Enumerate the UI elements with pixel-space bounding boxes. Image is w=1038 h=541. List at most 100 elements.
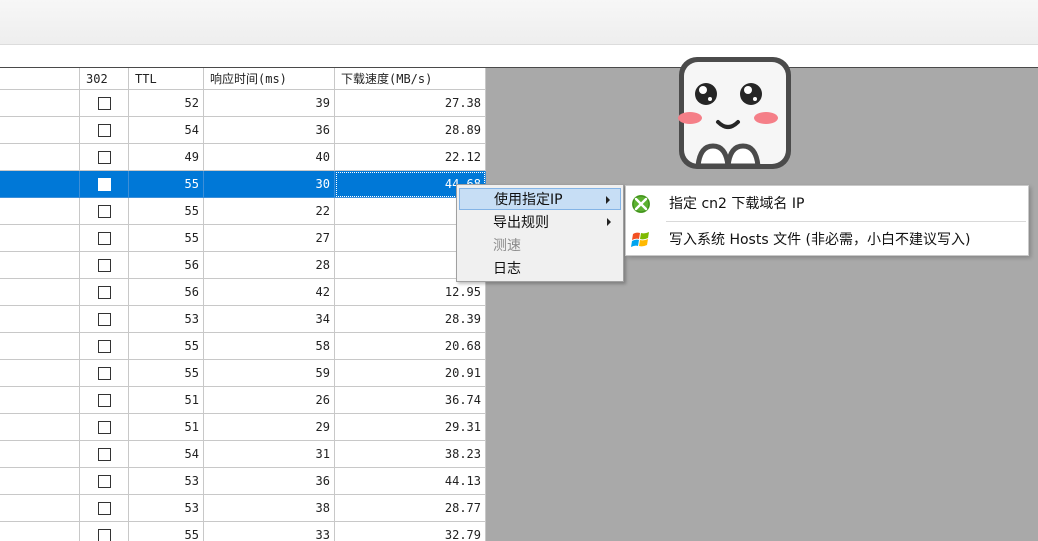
- redirect-302-checkbox[interactable]: [97, 258, 111, 272]
- context-menu: 使用指定IP 导出规则 测速 日志: [456, 184, 624, 282]
- download-speed-cell: 38.23: [335, 441, 486, 468]
- submenu-arrow-icon: [607, 218, 611, 226]
- redirect-302-checkbox[interactable]: [97, 393, 111, 407]
- column-header-response-time[interactable]: 响应时间(ms): [204, 68, 335, 90]
- ttl-cell: 53: [129, 468, 204, 495]
- ip-cell[interactable]: [0, 387, 80, 414]
- download-speed-cell: 22.12: [335, 144, 486, 171]
- ip-cell[interactable]: [0, 441, 80, 468]
- ttl-cell: 52: [129, 90, 204, 117]
- submenu-arrow-icon: [606, 196, 610, 204]
- redirect-302-checkbox[interactable]: [97, 447, 111, 461]
- ip-cell[interactable]: [0, 252, 80, 279]
- redirect-302-cell: [80, 306, 129, 333]
- redirect-302-checkbox[interactable]: [97, 366, 111, 380]
- table-row[interactable]: 54 31 38.23: [0, 441, 486, 468]
- ip-cell[interactable]: [0, 198, 80, 225]
- grid-header: 302 TTL 响应时间(ms) 下载速度(MB/s): [0, 68, 486, 90]
- table-row[interactable]: 55 59 20.91: [0, 360, 486, 387]
- table-row[interactable]: 54 36 28.89: [0, 117, 486, 144]
- redirect-302-cell: [80, 171, 129, 198]
- table-row[interactable]: 51 26 36.74: [0, 387, 486, 414]
- response-time-cell: 34: [204, 306, 335, 333]
- response-time-cell: 38: [204, 495, 335, 522]
- window-titlebar: [0, 0, 1038, 44]
- submenu-item-cn2-download-ip[interactable]: 指定 cn2 下载域名 IP: [626, 187, 1028, 219]
- redirect-302-checkbox[interactable]: [97, 420, 111, 434]
- response-time-cell: 27: [204, 225, 335, 252]
- redirect-302-checkbox[interactable]: [97, 123, 111, 137]
- download-speed-cell: 36.74: [335, 387, 486, 414]
- table-row[interactable]: 49 40 22.12: [0, 144, 486, 171]
- table-row[interactable]: 55 33 32.79: [0, 522, 486, 541]
- redirect-302-checkbox[interactable]: [97, 231, 111, 245]
- submenu-item-label: 指定 cn2 下载域名 IP: [669, 196, 805, 212]
- response-time-cell: 31: [204, 441, 335, 468]
- table-row[interactable]: 51 29 29.31: [0, 414, 486, 441]
- column-header-ttl[interactable]: TTL: [129, 68, 204, 90]
- redirect-302-checkbox[interactable]: [97, 150, 111, 164]
- submenu-item-write-hosts[interactable]: 写入系统 Hosts 文件 (非必需，小白不建议写入): [626, 223, 1028, 255]
- response-time-cell: 30: [204, 171, 335, 198]
- response-time-cell: 36: [204, 117, 335, 144]
- table-row[interactable]: 553044.68: [0, 171, 486, 198]
- ip-cell[interactable]: [0, 225, 80, 252]
- redirect-302-cell: [80, 495, 129, 522]
- ttl-cell: 55: [129, 360, 204, 387]
- redirect-302-cell: [80, 144, 129, 171]
- ttl-cell: 56: [129, 252, 204, 279]
- table-row[interactable]: 552728: [0, 225, 486, 252]
- mascot-sticker: [678, 57, 791, 169]
- ip-cell[interactable]: [0, 117, 80, 144]
- redirect-302-checkbox[interactable]: [97, 528, 111, 541]
- download-speed-cell: 20.91: [335, 360, 486, 387]
- ip-cell[interactable]: [0, 360, 80, 387]
- ttl-cell: 55: [129, 171, 204, 198]
- table-row[interactable]: 52 39 27.38: [0, 90, 486, 117]
- redirect-302-cell: [80, 360, 129, 387]
- ip-cell[interactable]: [0, 306, 80, 333]
- ttl-cell: 54: [129, 117, 204, 144]
- ip-cell[interactable]: [0, 468, 80, 495]
- response-time-cell: 33: [204, 522, 335, 541]
- redirect-302-checkbox[interactable]: [97, 339, 111, 353]
- redirect-302-cell: [80, 90, 129, 117]
- results-grid[interactable]: 302 TTL 响应时间(ms) 下载速度(MB/s) 52 39 27.38 54 3…: [0, 68, 486, 541]
- redirect-302-checkbox[interactable]: [97, 285, 111, 299]
- column-header-ip[interactable]: [0, 68, 80, 90]
- ip-cell[interactable]: [0, 144, 80, 171]
- table-row[interactable]: 55 58 20.68: [0, 333, 486, 360]
- table-row[interactable]: 552234: [0, 198, 486, 225]
- redirect-302-cell: [80, 387, 129, 414]
- ip-cell[interactable]: [0, 414, 80, 441]
- redirect-302-checkbox[interactable]: [97, 474, 111, 488]
- menu-item-log[interactable]: 日志: [459, 257, 621, 279]
- column-header-download-speed[interactable]: 下载速度(MB/s): [335, 68, 486, 90]
- column-header-302[interactable]: 302: [80, 68, 129, 90]
- menu-item-use-specified-ip[interactable]: 使用指定IP: [459, 188, 621, 210]
- ip-cell[interactable]: [0, 171, 80, 198]
- ttl-cell: 55: [129, 333, 204, 360]
- redirect-302-checkbox[interactable]: [97, 96, 111, 110]
- redirect-302-cell: [80, 279, 129, 306]
- ip-cell[interactable]: [0, 333, 80, 360]
- ip-cell[interactable]: [0, 90, 80, 117]
- table-row[interactable]: 53 34 28.39: [0, 306, 486, 333]
- redirect-302-checkbox[interactable]: [97, 177, 111, 191]
- table-row[interactable]: 53 36 44.13: [0, 468, 486, 495]
- redirect-302-checkbox[interactable]: [97, 312, 111, 326]
- table-row[interactable]: 562827: [0, 252, 486, 279]
- menu-item-export-rules[interactable]: 导出规则: [459, 211, 621, 233]
- ip-cell[interactable]: [0, 495, 80, 522]
- ip-cell[interactable]: [0, 279, 80, 306]
- ttl-cell: 55: [129, 198, 204, 225]
- table-row[interactable]: 56 42 12.95: [0, 279, 486, 306]
- redirect-302-checkbox[interactable]: [97, 204, 111, 218]
- redirect-302-checkbox[interactable]: [97, 501, 111, 515]
- ttl-cell: 54: [129, 441, 204, 468]
- ip-cell[interactable]: [0, 522, 80, 541]
- table-row[interactable]: 53 38 28.77: [0, 495, 486, 522]
- response-time-cell: 36: [204, 468, 335, 495]
- submenu-item-label: 写入系统 Hosts 文件 (非必需，小白不建议写入): [669, 232, 971, 248]
- ttl-cell: 53: [129, 306, 204, 333]
